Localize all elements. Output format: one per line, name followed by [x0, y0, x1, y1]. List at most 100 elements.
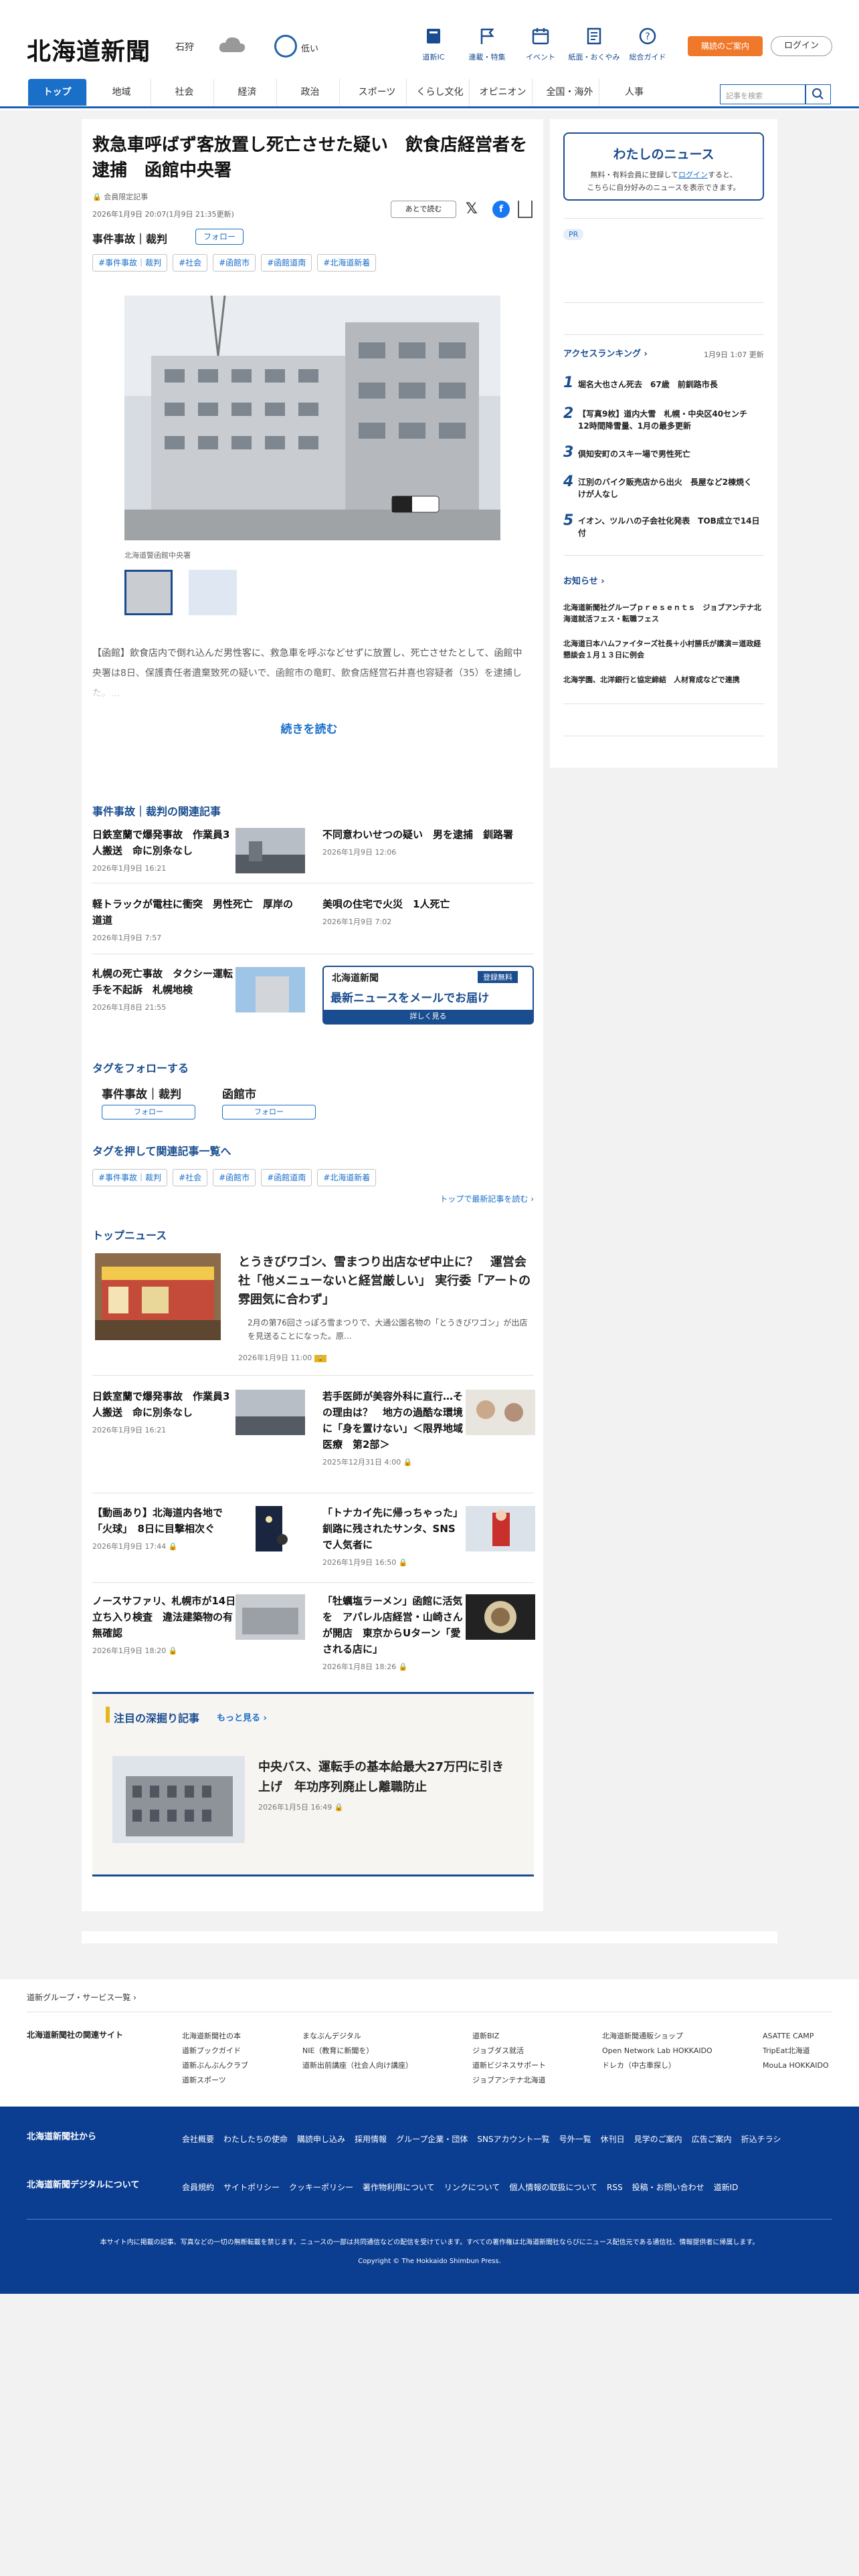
footer-link[interactable]: 折込チラシ [741, 2135, 781, 2144]
top-news-item[interactable]: 若手医師が美容外科に直行…その理由は？ 地方の過酷な環境に「身を置けない」＜限界… [322, 1388, 463, 1467]
follow-tag-button[interactable]: フォロー [222, 1105, 316, 1119]
header-link-paper[interactable]: 紙面・おくやみ [567, 27, 621, 62]
footer-link[interactable]: 購読申し込み [297, 2135, 345, 2144]
footer-link[interactable]: 投稿・お問い合わせ [632, 2183, 704, 2192]
footer-link[interactable]: 会社概要 [182, 2135, 214, 2144]
facebook-share-icon[interactable]: f [492, 201, 510, 218]
notice-item[interactable]: 北海道新聞社グループｐｒｅｓｅｎｔｓ ジョブアンテナ北海道就活フェス・転職フェス [563, 602, 764, 625]
header-link-series[interactable]: 連載・特集 [460, 27, 514, 62]
nav-item-personnel[interactable]: 人事 [605, 79, 664, 106]
tag-chip[interactable]: #北海道新着 [317, 254, 377, 272]
footer-link[interactable]: リンクについて [444, 2183, 500, 2192]
nav-item-society[interactable]: 社会 [155, 79, 214, 106]
footer-link[interactable]: グループ企業・団体 [396, 2135, 468, 2144]
photo-thumb-1[interactable] [124, 570, 173, 615]
subscribe-button[interactable]: 購読のご案内 [688, 36, 763, 56]
site-link[interactable]: 道新スポーツ [182, 2073, 248, 2088]
follow-category-button[interactable]: フォロー [195, 229, 244, 245]
site-link[interactable]: 道新BIZ [472, 2029, 546, 2044]
group-services-link[interactable]: 道新グループ・サービス一覧 › [27, 1992, 136, 2003]
footer-link[interactable]: わたしたちの使命 [223, 2135, 288, 2144]
tag-chip[interactable]: #事件事故｜裁判 [92, 254, 168, 272]
article-category[interactable]: 事件事故｜裁判 [92, 230, 167, 246]
nav-item-opinion[interactable]: オピニオン [474, 79, 533, 106]
x-share-icon[interactable]: 𝕏 [466, 201, 478, 217]
site-link[interactable]: ASATTE CAMP [763, 2029, 829, 2044]
ranking-item[interactable]: 1 堀名大也さん死去 67歳 前釧路市長 [563, 374, 764, 391]
footer-link[interactable]: 会員規約 [182, 2183, 214, 2192]
site-link[interactable]: Open Network Lab HOKKAIDO [602, 2044, 712, 2058]
follow-tag-button[interactable]: フォロー [102, 1105, 195, 1119]
related-item[interactable]: 日鉄室蘭で爆発事故 作業員3人搬送 命に別条なし 2026年1月9日 16:21 [92, 827, 240, 873]
site-link[interactable]: ドレカ（中古車探し） [602, 2058, 712, 2073]
tag-chip[interactable]: #北海道新着 [317, 1169, 377, 1186]
related-item[interactable]: 美唄の住宅で火災 1人死亡 2026年1月9日 7:02 [322, 896, 530, 927]
header-link-guide[interactable]: ? 総合ガイド [621, 27, 674, 62]
top-news-item[interactable]: ノースサファリ、札幌市が14日立ち入り検査 違法建築物の有無確認 2026年1月… [92, 1593, 240, 1656]
footer-link[interactable]: クッキーポリシー [289, 2183, 353, 2192]
site-link[interactable]: TripEat北海道 [763, 2044, 829, 2058]
site-link[interactable]: 道新出前講座（社会人向け講座） [302, 2058, 413, 2073]
deep-dive-title[interactable]: 中央バス、運転手の基本給最大27万円に引き上げ 年功序列廃止し離職防止 [258, 1757, 512, 1798]
top-news-item[interactable]: 【動画あり】北海道内各地で「火球」 8日に目撃相次ぐ 2026年1月9日 17:… [92, 1505, 240, 1551]
nav-item-region[interactable]: 地域 [92, 79, 151, 106]
tag-chip[interactable]: #社会 [173, 254, 208, 272]
footer-link[interactable]: 個人情報の取扱について [509, 2183, 597, 2192]
site-logo[interactable]: 北海道新聞 [27, 32, 151, 67]
footer-link[interactable]: サイトポリシー [223, 2183, 280, 2192]
lead-news-photo[interactable] [95, 1253, 221, 1340]
latest-articles-link[interactable]: トップで最新記事を読む › [401, 1193, 534, 1204]
top-news-item[interactable]: 「トナカイ先に帰っちゃった」 釧路に残されたサンタ、SNSで人気者に 2026年… [322, 1505, 463, 1568]
read-later-button[interactable]: あとで読む [391, 201, 456, 218]
deep-dive-photo[interactable] [112, 1756, 245, 1843]
footer-link[interactable]: SNSアカウント一覧 [477, 2135, 549, 2144]
nav-item-politics[interactable]: 政治 [281, 79, 340, 106]
footer-link[interactable]: 見学のご案内 [634, 2135, 682, 2144]
nav-item-economy[interactable]: 経済 [218, 79, 277, 106]
nav-item-world[interactable]: 全国・海外 [541, 79, 599, 106]
share-icon[interactable] [518, 201, 533, 218]
ranking-item[interactable]: 4 江別のバイク販売店から出火 長屋など2棟焼く けが人なし [563, 473, 764, 499]
site-link[interactable]: 道新ぶんぶんクラブ [182, 2058, 248, 2073]
site-link[interactable]: 道新プックガイド [182, 2044, 248, 2058]
site-link[interactable]: ジョブアンテナ北海道 [472, 2073, 546, 2088]
top-news-item[interactable]: 「牡蠣塩ラーメン」函館に活気を アパレル店経営・山崎さんが開店 東京からUターン… [322, 1593, 463, 1672]
my-news-login-link[interactable]: ログイン [678, 171, 708, 179]
ranking-item[interactable]: 5 イオン、ツルハの子会社化発表 TOB成立で14日付 [563, 512, 764, 538]
site-link[interactable]: まなぶんデジタル [302, 2029, 413, 2044]
site-link[interactable]: MouLa HOKKAIDO [763, 2058, 829, 2073]
site-link[interactable]: 北海道新聞社の本 [182, 2029, 248, 2044]
deep-dive-more[interactable]: もっと見る › [217, 1711, 267, 1723]
site-link[interactable]: ジョブダス就活 [472, 2044, 546, 2058]
read-more-link[interactable]: 続きを読む [92, 720, 526, 736]
footer-link[interactable]: 休刊日 [601, 2135, 625, 2144]
footer-link[interactable]: RSS [607, 2183, 623, 2192]
site-link[interactable]: 道新ビジネスサポート [472, 2058, 546, 2073]
site-link[interactable]: 北海道新聞通販ショップ [602, 2029, 712, 2044]
ranking-item[interactable]: 2 【写真9枚】道内大雪 札幌・中央区40センチ 12時間降雪量、1月の最多更新 [563, 405, 764, 431]
notice-item[interactable]: 北海道日本ハムファイターズ社長＋小村勝氏が講演＝道政経懇談会１月１３日に例会 [563, 638, 764, 661]
login-button[interactable]: ログイン [771, 36, 832, 56]
related-item[interactable]: 不同意わいせつの疑い 男を逮捕 釧路署 2026年1月9日 12:06 [322, 827, 530, 857]
footer-link[interactable]: 道新ID [714, 2183, 739, 2192]
related-item[interactable]: 札幌の死亡事故 タクシー運転手を不起訴 札幌地検 2026年1月8日 21:55 [92, 966, 240, 1012]
top-news-item[interactable]: 日鉄室蘭で爆発事故 作業員3人搬送 命に別条なし 2026年1月9日 16:21 [92, 1388, 240, 1435]
footer-link[interactable]: 採用情報 [355, 2135, 387, 2144]
site-link[interactable]: NIE（教育に新聞を） [302, 2044, 413, 2058]
nav-item-top[interactable]: トップ [28, 79, 87, 106]
nav-item-culture[interactable]: くらし文化 [411, 79, 470, 106]
tag-chip[interactable]: #函館道南 [261, 1169, 312, 1186]
search-input[interactable]: 記事を検索 [720, 84, 805, 104]
photo-thumb-2[interactable] [189, 570, 237, 615]
mail-news-banner[interactable]: 北海道新聞 登録無料 最新ニュースをメールでお届け 詳しく見る [322, 966, 534, 1025]
region-selector[interactable]: 石狩 [175, 40, 194, 53]
tag-chip[interactable]: #函館道南 [261, 254, 312, 272]
tag-chip[interactable]: #函館市 [213, 254, 256, 272]
tag-chip[interactable]: #事件事故｜裁判 [92, 1169, 168, 1186]
nav-item-sports[interactable]: スポーツ [348, 79, 407, 106]
ranking-item[interactable]: 3 倶知安町のスキー場で男性死亡 [563, 444, 764, 461]
search-button[interactable] [805, 84, 831, 104]
notice-item[interactable]: 北海学園、北洋銀行と協定締結 人材育成などで連携 [563, 674, 764, 685]
header-link-ic[interactable]: 道新IC [407, 27, 460, 62]
footer-link[interactable]: 著作物利用について [363, 2183, 435, 2192]
